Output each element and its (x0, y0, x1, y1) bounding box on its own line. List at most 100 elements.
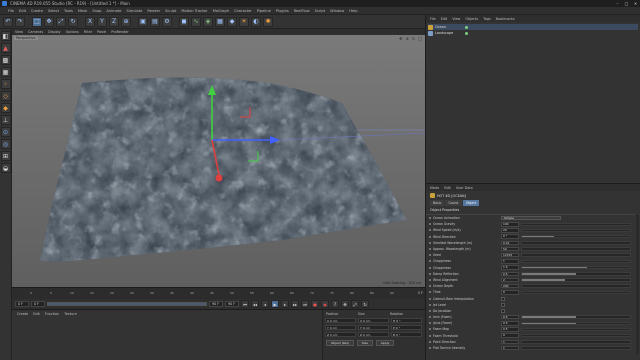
attribute-menu-edit[interactable]: Edit (444, 186, 451, 190)
animation-dot-icon[interactable] (429, 254, 431, 257)
animation-dot-icon[interactable] (429, 334, 431, 337)
position-key-icon[interactable]: ✥ (341, 300, 349, 308)
object-menu-view[interactable]: View (452, 17, 460, 21)
menu-item-character[interactable]: Character (234, 9, 252, 13)
viewport-menu-display[interactable]: Display (48, 30, 61, 34)
apply-button[interactable]: Apply (375, 340, 395, 346)
property-slider[interactable] (521, 234, 631, 239)
property-slider[interactable] (521, 253, 631, 257)
texture-mode-icon[interactable]: ▩ (0, 55, 11, 65)
object-menu-bookmarks[interactable]: Bookmarks (496, 17, 515, 21)
camera-icon[interactable]: ◐ (251, 16, 261, 27)
prev-key-icon[interactable]: ◂◂ (251, 300, 259, 308)
scale-tool-icon[interactable]: ⤢ (56, 16, 66, 27)
animation-dot-icon[interactable] (429, 248, 431, 251)
menu-item-help[interactable]: Help (349, 9, 357, 13)
animation-dot-icon[interactable] (429, 328, 431, 331)
property-value-field[interactable]: 0 (501, 333, 519, 338)
animation-dot-icon[interactable] (429, 260, 431, 263)
tab-object[interactable]: Object (462, 200, 480, 206)
timeline-ruler[interactable]: 0 5 10 15 20 25 30 35 40 45 50 55 60 65 70 75 80 85 90 0 F (12, 287, 425, 299)
viewport-menu-filter[interactable]: Filter (84, 30, 92, 34)
spline-icon[interactable]: ∿ (191, 16, 201, 27)
menu-item-create[interactable]: Create (31, 9, 43, 13)
rotation-p-field[interactable]: P 0 ° (391, 325, 422, 330)
coordinate-mode-dropdown[interactable]: Object (Rel) (326, 340, 354, 346)
menu-item-pipeline[interactable]: Pipeline (257, 9, 271, 13)
preview-range-slider[interactable] (47, 302, 207, 306)
attribute-menu-user-data[interactable]: User Data (456, 186, 473, 190)
menu-item-plugins[interactable]: Plugins (276, 9, 289, 13)
edges-mode-icon[interactable]: ◇ (0, 91, 11, 101)
material-manager[interactable]: Create Edit Function Texture (12, 310, 322, 360)
undo-icon[interactable]: ↶ (3, 16, 13, 27)
property-checkbox[interactable] (501, 308, 505, 313)
material-menu-create[interactable]: Create (17, 312, 28, 316)
viewport-rotate-icon[interactable]: ↻ (412, 36, 415, 41)
current-frame-field[interactable]: 0 F (31, 301, 45, 307)
property-checkbox[interactable] (501, 296, 505, 301)
viewport-menu-prorender[interactable]: ProRender (111, 30, 128, 34)
property-value-field[interactable]: 200 (501, 283, 519, 289)
viewport-camera-label[interactable]: Perspective (14, 36, 38, 40)
animation-dot-icon[interactable] (429, 322, 431, 325)
autokey-icon[interactable]: ◉ (321, 300, 329, 308)
property-value-field[interactable]: 20 (501, 228, 519, 233)
array-icon[interactable]: ▦ (215, 16, 225, 27)
property-slider[interactable] (521, 278, 631, 282)
property-value-field[interactable]: 1 (501, 345, 519, 351)
attribute-menu-mode[interactable]: Mode (430, 186, 439, 190)
property-value-field[interactable]: 0.5 (501, 321, 519, 326)
z-axis-lock-icon[interactable]: Z (109, 16, 119, 27)
animation-dot-icon[interactable] (429, 297, 431, 300)
size-mode-dropdown[interactable]: Size (356, 340, 373, 346)
property-value-field[interactable]: 0.5 (501, 271, 519, 277)
animation-dot-icon[interactable] (429, 291, 431, 294)
material-menu-edit[interactable]: Edit (33, 312, 40, 316)
object-menu-file[interactable]: File (430, 17, 436, 21)
object-menu-edit[interactable]: Edit (441, 17, 448, 21)
deformer-icon[interactable]: ◆ (227, 16, 237, 27)
property-checkbox[interactable] (501, 302, 505, 307)
property-slider[interactable] (521, 241, 631, 245)
animation-dot-icon[interactable] (429, 223, 431, 226)
scale-key-icon[interactable]: ⤢ (351, 300, 359, 308)
animation-dot-icon[interactable] (429, 217, 431, 220)
material-menu-texture[interactable]: Texture (64, 312, 76, 316)
property-slider[interactable] (521, 272, 631, 276)
size-y-field[interactable]: Y 0 cm (358, 325, 389, 330)
menu-item-mesh[interactable]: Mesh (78, 9, 87, 13)
menu-item-sculpt[interactable]: Sculpt (165, 9, 176, 13)
viewport-menu-cameras[interactable]: Cameras (28, 30, 43, 34)
tab-coord[interactable]: Coord. (445, 200, 462, 206)
material-menu-function[interactable]: Function (45, 312, 59, 316)
menu-item-animate[interactable]: Animate (106, 9, 121, 13)
property-slider[interactable] (521, 315, 631, 319)
model-mode-icon[interactable]: ▲ (0, 43, 11, 53)
property-value-field[interactable]: 0 (501, 290, 519, 295)
animation-dot-icon[interactable] (429, 303, 431, 306)
x-axis-lock-icon[interactable]: X (85, 16, 95, 27)
menu-item-simulate[interactable]: Simulate (126, 9, 142, 13)
viewport-menu-view[interactable]: View (15, 30, 23, 34)
property-slider[interactable] (521, 333, 631, 338)
animation-dot-icon[interactable] (429, 285, 431, 288)
object-row-landscape[interactable]: Landscape (428, 30, 638, 36)
y-axis-lock-icon[interactable]: Y (97, 16, 107, 27)
property-slider[interactable] (521, 222, 631, 227)
property-value-field[interactable]: 1 (501, 339, 519, 345)
menu-item-edit[interactable]: Edit (19, 9, 26, 13)
planar-workplane-icon[interactable]: ◒ (0, 163, 11, 173)
menu-item-mograph[interactable]: MoGraph (213, 9, 229, 13)
attribute-scrollbar[interactable] (636, 214, 639, 354)
animation-dot-icon[interactable] (429, 235, 431, 238)
size-x-field[interactable]: X 0 cm (358, 318, 389, 323)
property-value-field[interactable]: 1 (501, 259, 519, 264)
tweak-mode-icon[interactable]: ⊙ (0, 127, 11, 137)
object-menu-tags[interactable]: Tags (483, 17, 491, 21)
property-slider[interactable] (521, 284, 631, 288)
property-value-field[interactable]: 12345 (501, 252, 519, 258)
rotation-b-field[interactable]: B 0 ° (391, 332, 422, 337)
property-value-field[interactable]: 0.01 (501, 240, 519, 246)
polygons-mode-icon[interactable]: ◆ (0, 103, 11, 113)
